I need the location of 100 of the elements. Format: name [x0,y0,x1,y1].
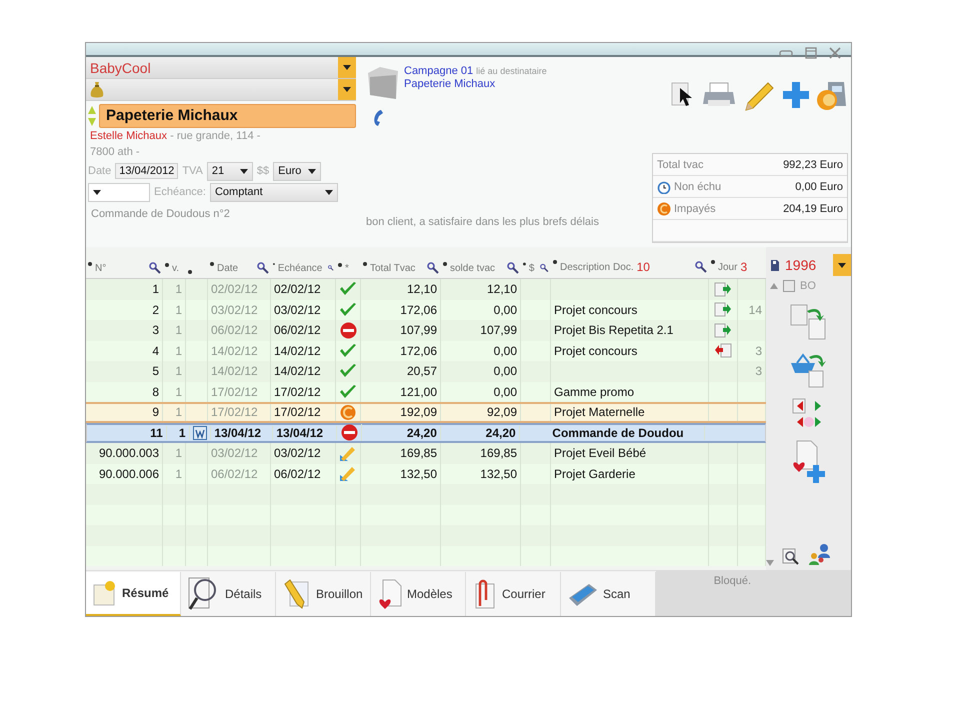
document-arrow-icon[interactable] [714,282,732,297]
tab[interactable]: Résumé [86,572,181,616]
column-header[interactable]: Date [217,262,238,274]
recipient-link[interactable]: Papeterie Michaux [404,78,496,90]
currency-dropdown[interactable]: Euro [273,162,322,180]
table-cell: Projet Maternelle [554,405,645,420]
invoice-row[interactable]: 11 1 13/04/12 13/04/12 24,20 24,20 Commande de Doudou [86,422,766,443]
invoice-row[interactable]: 4 1 14/02/12 14/02/12 172,06 0,00 Projet concours 3 [86,340,766,361]
search-icon[interactable] [257,262,269,274]
close-icon[interactable] [829,47,841,59]
year-value: 1996 [785,257,816,273]
table-cell: 11 [150,426,163,440]
caret-icon [93,190,101,194]
tab[interactable]: Scan [561,572,656,616]
tab[interactable]: Détails [181,572,276,616]
vat-dropdown[interactable]: 21 [206,162,253,180]
column-header[interactable]: * [345,263,349,274]
sort-dot-icon[interactable] [523,262,526,266]
table-cell: 1 [175,282,182,296]
caret-icon [240,168,248,174]
table-cell: 06/02/12 [274,466,321,481]
table-cell: Projet concours [554,302,638,317]
search-icon[interactable] [427,262,439,274]
table-cell: 17/02/12 [211,405,258,420]
client-name-field[interactable]: Papeterie Michaux [99,104,356,128]
minimize-icon[interactable] [779,48,793,58]
table-cell: 1 [178,426,186,440]
bo-checkbox[interactable] [783,280,795,292]
table-cell: 169,85 [400,446,437,460]
tab[interactable]: Courrier [466,572,561,616]
sort-dot-icon[interactable] [210,262,214,266]
table-cell: 06/02/12 [211,466,258,481]
invoice-row[interactable]: 8 1 17/02/12 17/02/12 121,00 0,00 Gamme promo [86,382,766,402]
table-cell: 03/02/12 [274,446,321,460]
due-dropdown[interactable]: Comptant [210,182,338,202]
table-cell: 107,99 [400,323,437,338]
column-header[interactable]: Description [560,262,610,272]
column-header[interactable]: solde tvac [450,262,496,274]
column-header[interactable]: Total Tvac [370,262,416,274]
sort-dot-icon[interactable] [188,270,192,274]
column-header[interactable]: v. [172,263,180,274]
column-header[interactable]: Echéance [278,262,322,274]
sort-dot-icon[interactable] [443,262,447,266]
tab[interactable]: Modèles [371,572,466,616]
table-cell: 17/02/12 [274,405,321,420]
caret-icon [308,168,316,174]
invoice-row[interactable]: 90.000.003 1 03/02/12 03/02/12 169,85 169,85 Projet Eveil Bébé [86,443,766,464]
table-cell: 172,06 [400,344,437,358]
company-dropdown[interactable]: BabyCool [86,57,356,79]
table-cell: 12,10 [486,282,517,296]
document-arrow-icon[interactable] [714,302,732,318]
table-cell: 14/02/12 [211,364,258,378]
invoice-row[interactable]: 90.000.006 1 06/02/12 06/02/12 132,50 132,50 Projet Garderie [86,464,766,484]
sort-dot-icon[interactable] [165,263,169,267]
table-cell: 06/02/12 [211,323,258,338]
table-cell: 17/02/12 [274,384,321,399]
table-cell: 14/02/12 [211,344,258,358]
date-field[interactable]: 13/04/2012 [115,163,178,179]
table-cell: 03/02/12 [211,302,258,317]
search-icon[interactable] [540,262,549,274]
search-icon[interactable] [507,262,519,274]
word-document-icon[interactable] [192,426,207,440]
document-arrow-icon[interactable] [714,343,732,358]
invoice-row[interactable]: 2 1 03/02/12 03/02/12 172,06 0,00 Projet concours 14 [86,300,766,320]
users-icon[interactable] [808,542,832,566]
document-arrow-icon[interactable] [714,322,732,338]
caret-icon [324,190,333,194]
heart-document-icon [377,578,403,610]
invoice-row[interactable]: 1 1 02/02/12 02/02/12 12,10 12,10 [86,279,766,300]
column-header[interactable]: N° [95,262,106,274]
maximize-icon[interactable] [805,47,817,59]
sort-dot-icon[interactable] [363,262,367,266]
sort-dot-icon[interactable] [338,263,342,267]
column-header[interactable]: Jour [718,262,738,272]
field-label: $$ [256,165,270,177]
sort-dot-icon[interactable] [711,260,715,264]
search-icon[interactable] [695,261,707,273]
column-header[interactable]: $ [528,262,534,274]
campaign-link[interactable]: Campagne 01 [404,65,474,77]
phone-icon[interactable] [372,109,384,127]
invoice-row[interactable]: 9 1 17/02/12 17/02/12 192,09 92,09 Projet Maternelle [86,402,766,422]
checkbox-label: BO [800,280,816,292]
caret-icon [343,87,351,92]
table-cell: 9 [152,405,159,420]
sort-dot-icon[interactable] [88,262,92,266]
search-icon[interactable] [149,262,161,274]
summary-label: Non échu [674,180,722,192]
table-cell: 1 [152,282,159,296]
table-cell: 3 [152,323,159,338]
year-dropdown-button[interactable] [833,254,851,276]
search-icon[interactable] [782,548,800,566]
tab[interactable]: Brouillon [276,572,371,616]
invoice-row[interactable]: 3 1 06/02/12 06/02/12 107,99 107,99 Projet Bis Repetita 2.1 [86,320,766,340]
table-cell: 3 [755,344,762,358]
sort-dot-icon[interactable] [553,260,557,264]
document-count: 3 [740,260,748,274]
column-header[interactable]: Doc. [613,262,634,272]
add-icon[interactable] [782,81,810,109]
invoice-row[interactable]: 5 1 14/02/12 14/02/12 20,57 0,00 3 [86,361,766,382]
table-cell: 1 [175,384,182,399]
